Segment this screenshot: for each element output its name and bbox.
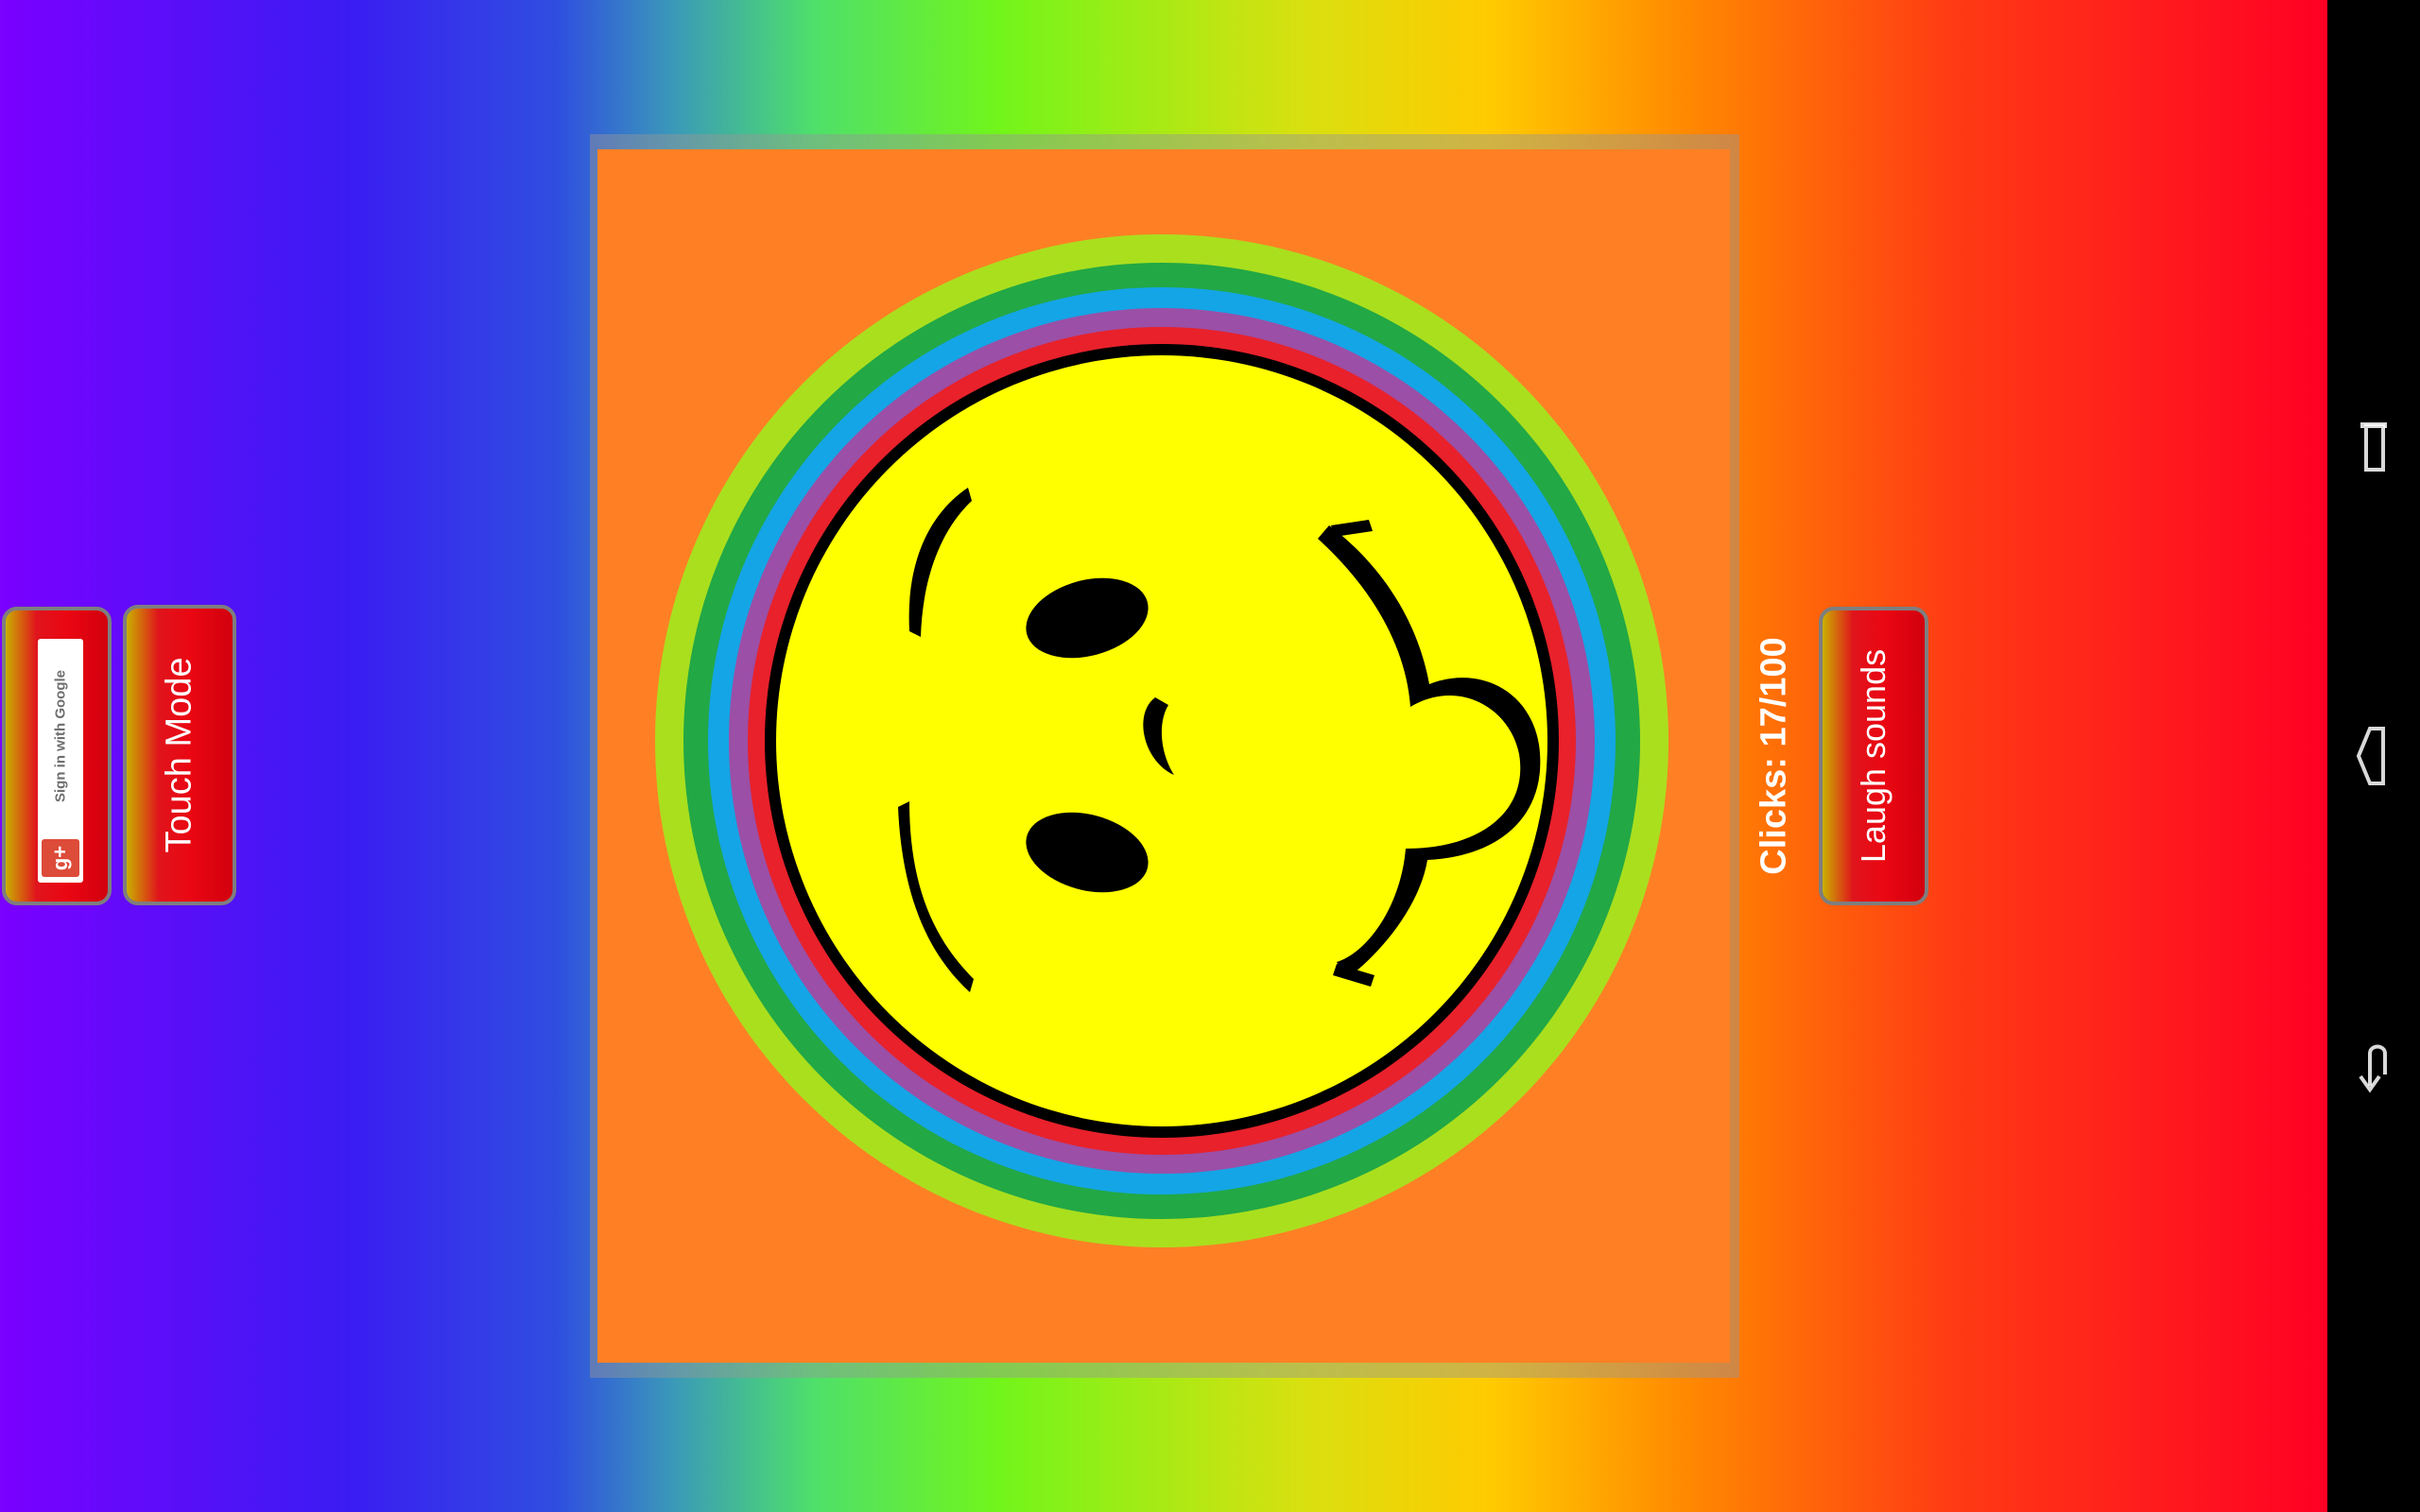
recent-apps-icon [2360, 422, 2387, 472]
google-signin-text: Sign in with Google [52, 670, 69, 802]
home-icon [2356, 727, 2385, 785]
touch-mode-button[interactable]: Touch Mode [123, 605, 236, 905]
game-frame [590, 134, 1739, 1378]
home-button[interactable] [2327, 699, 2420, 813]
back-button[interactable] [2327, 1007, 2420, 1121]
touch-mode-label: Touch Mode [159, 657, 199, 853]
laughing-smiley-icon[interactable] [597, 149, 1730, 1363]
app-background: g+ Sign in with Google Touch Mode Clicks… [0, 0, 2327, 1512]
back-icon [2359, 1044, 2387, 1093]
google-signin-button[interactable]: g+ Sign in with Google [2, 607, 112, 905]
game-canvas[interactable] [597, 149, 1730, 1363]
recent-apps-button[interactable] [2327, 391, 2420, 505]
laugh-sounds-label: Laugh sounds [1854, 648, 1893, 864]
google-plus-glyph: g+ [48, 845, 72, 871]
laugh-sounds-button[interactable]: Laugh sounds [1819, 607, 1928, 905]
clicks-counter: Clicks: 17/100 [1754, 637, 1794, 875]
system-nav-bar [2327, 0, 2420, 1512]
google-signin-badge: g+ Sign in with Google [38, 639, 83, 883]
google-plus-icon: g+ [42, 839, 79, 877]
